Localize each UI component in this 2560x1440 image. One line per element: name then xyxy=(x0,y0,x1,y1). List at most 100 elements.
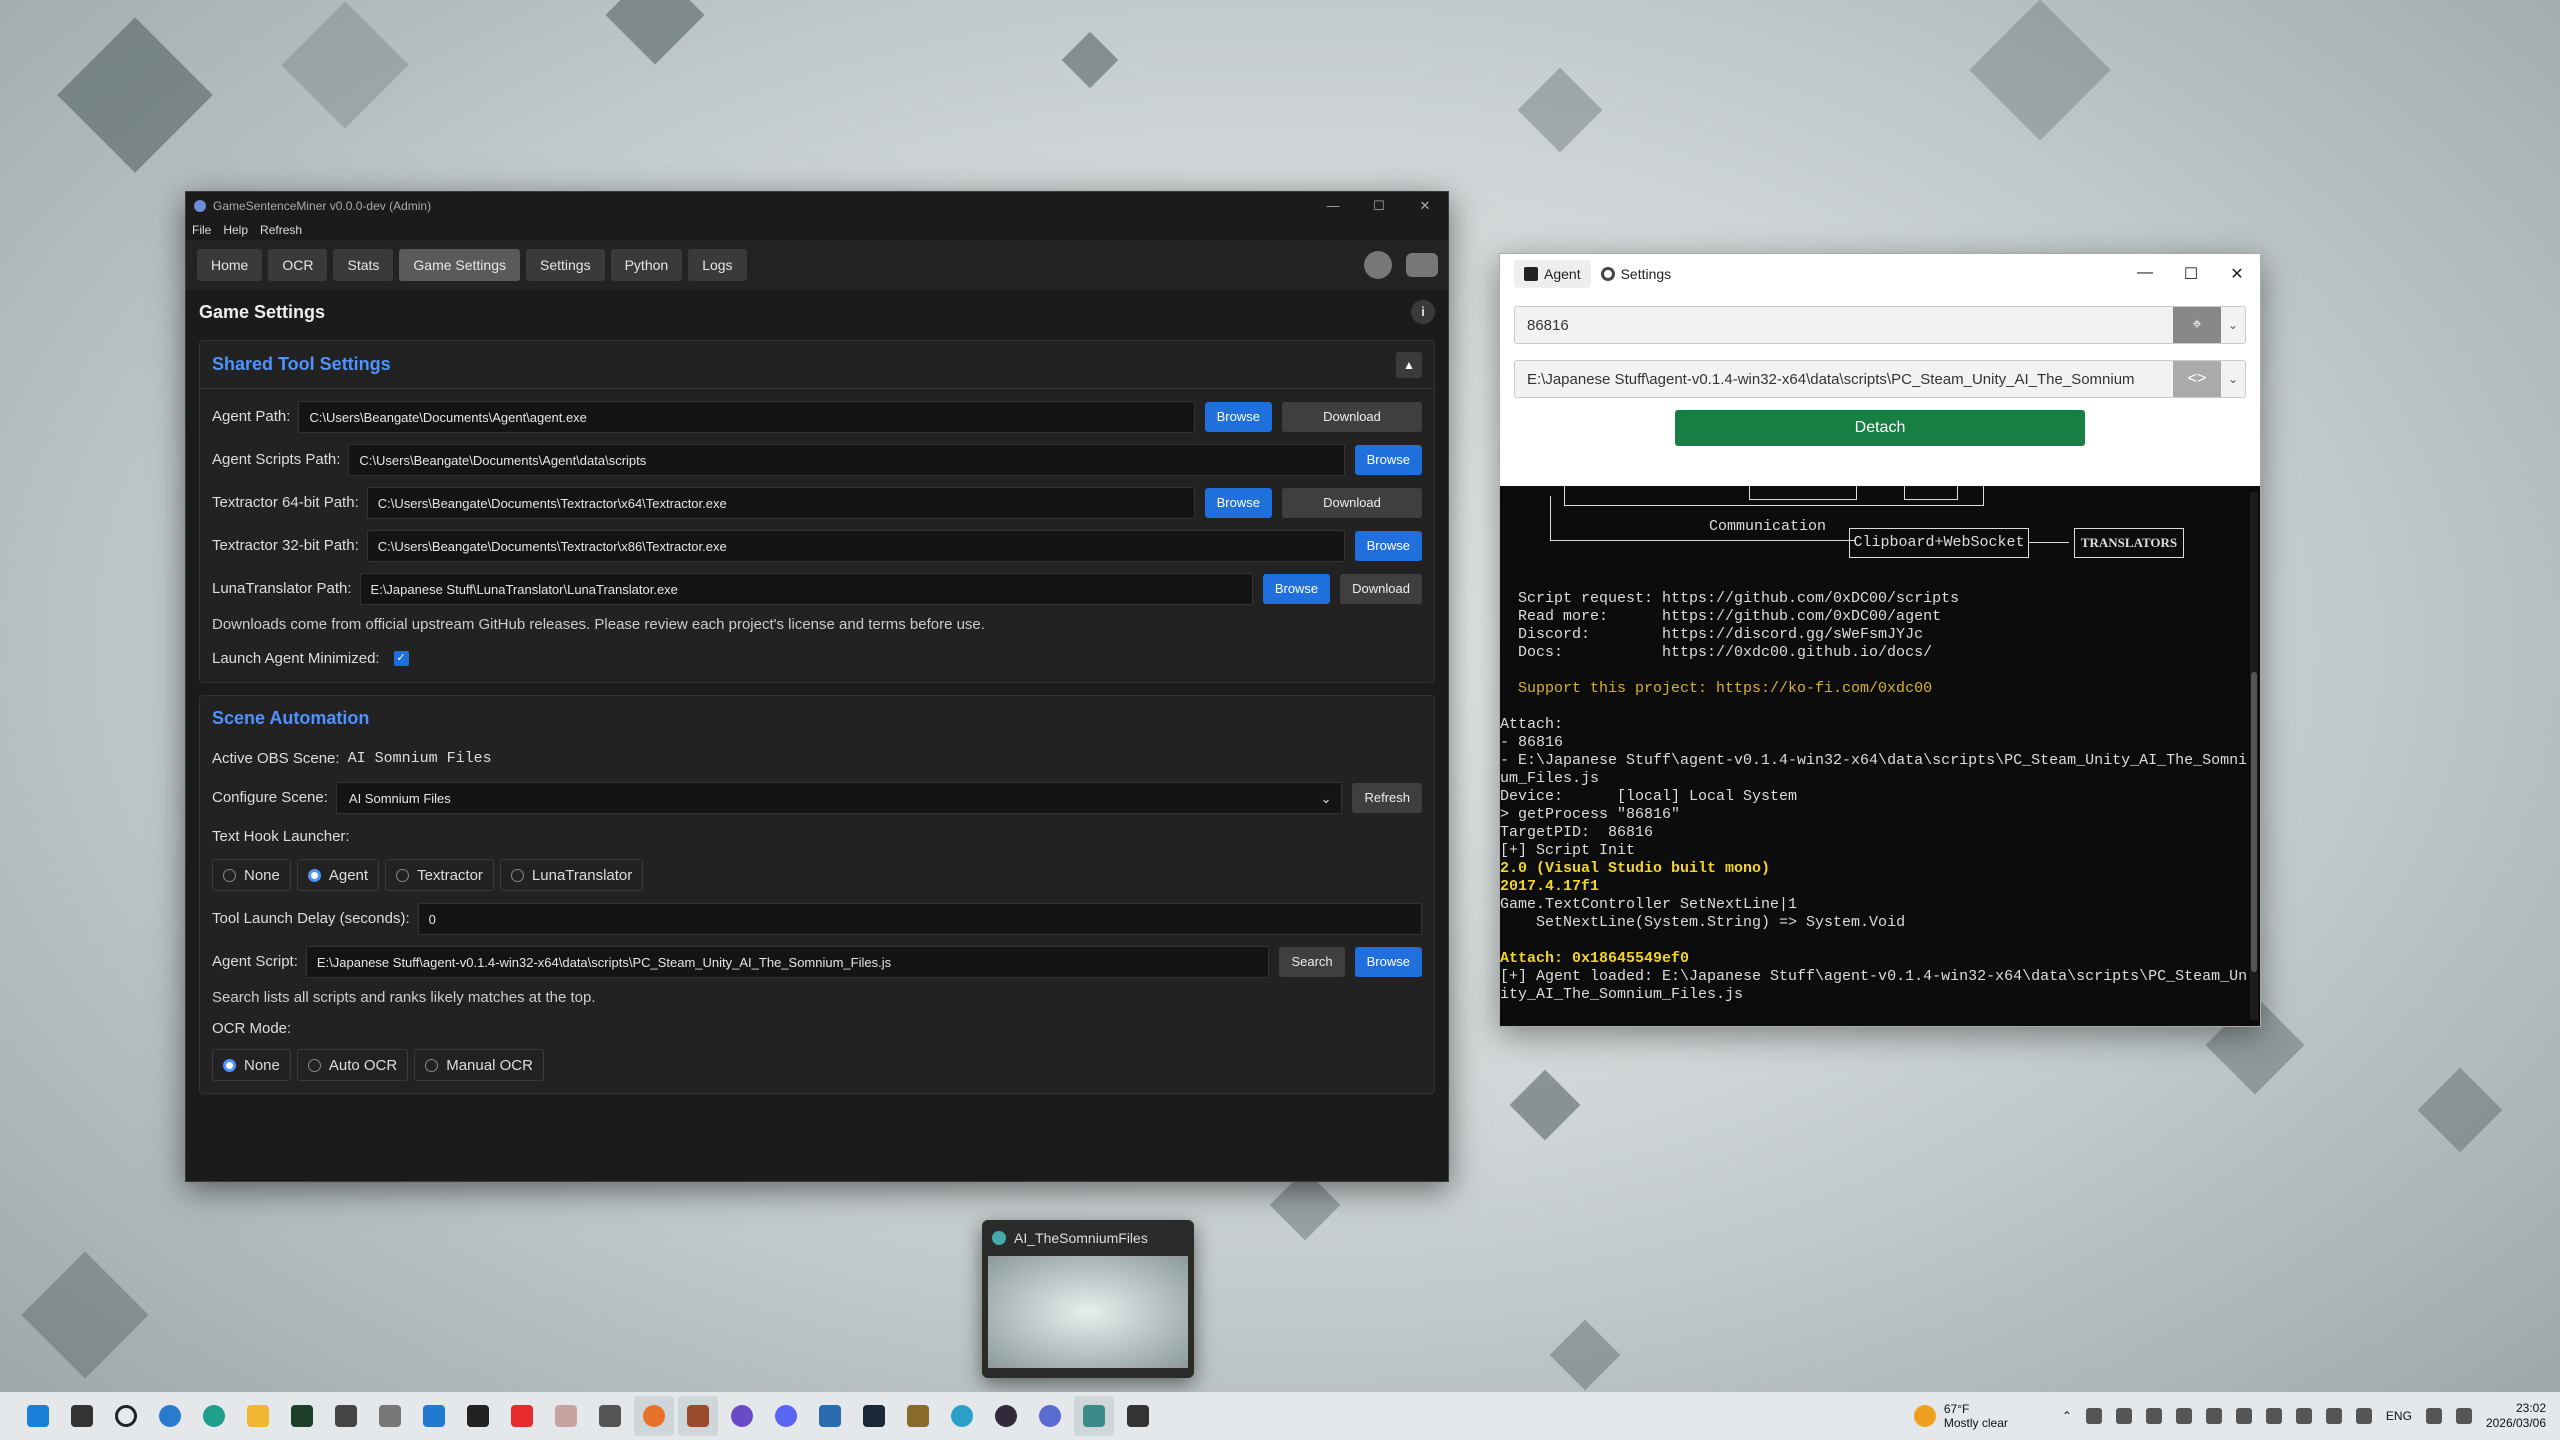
agent-download-button[interactable]: Download xyxy=(1282,401,1422,432)
github-icon[interactable] xyxy=(1364,251,1392,279)
app-icon[interactable] xyxy=(282,1396,322,1436)
ocr-option-auto[interactable]: Auto OCR xyxy=(296,1049,409,1081)
code-icon[interactable]: <> xyxy=(2173,361,2221,397)
tray-icon[interactable] xyxy=(2295,1408,2312,1424)
agent-script-input[interactable]: E:\Japanese Stuff\agent-v0.1.4-win32-x64… xyxy=(305,945,1270,978)
app-icon[interactable] xyxy=(942,1396,982,1436)
minimize-icon[interactable]: — xyxy=(1310,198,1356,214)
steam-icon[interactable] xyxy=(854,1396,894,1436)
tab-ocr[interactable]: OCR xyxy=(268,249,328,281)
chevron-up-icon[interactable]: ⌃ xyxy=(2062,1409,2072,1423)
maximize-icon[interactable]: ☐ xyxy=(2168,264,2214,284)
tx32-input[interactable]: C:\Users\Beangate\Documents\Textractor\x… xyxy=(366,529,1345,562)
network-icon[interactable] xyxy=(2425,1408,2442,1424)
agent-scripts-browse-button[interactable]: Browse xyxy=(1354,444,1422,475)
agent-path-browse-button[interactable]: Browse xyxy=(1204,401,1272,432)
ocr-option-manual[interactable]: Manual OCR xyxy=(414,1049,544,1081)
speaker-icon[interactable] xyxy=(2455,1408,2472,1424)
hook-option-textractor[interactable]: Textractor xyxy=(385,859,494,891)
tray-icon[interactable] xyxy=(2205,1408,2222,1424)
tray-icon[interactable] xyxy=(2325,1408,2342,1424)
collapse-button[interactable]: ▲ xyxy=(1396,351,1422,378)
tab-settings[interactable]: Settings xyxy=(526,249,605,281)
crosshair-icon[interactable]: ⌖ xyxy=(2173,307,2221,343)
terminal-icon[interactable] xyxy=(458,1396,498,1436)
chevron-down-icon[interactable]: ⌄ xyxy=(2221,318,2245,332)
minimize-icon[interactable]: — xyxy=(2122,264,2168,284)
app-icon[interactable] xyxy=(1118,1396,1158,1436)
tray-icon[interactable] xyxy=(2115,1408,2132,1424)
close-icon[interactable]: ✕ xyxy=(2214,264,2260,284)
hook-option-none[interactable]: None xyxy=(212,859,291,891)
discord-icon[interactable] xyxy=(766,1396,806,1436)
info-button[interactable]: i xyxy=(1411,300,1435,324)
luna-input[interactable]: E:\Japanese Stuff\LunaTranslator\LunaTra… xyxy=(359,572,1253,605)
github-icon[interactable] xyxy=(722,1396,762,1436)
app-icon[interactable] xyxy=(326,1396,366,1436)
refresh-scene-button[interactable]: Refresh xyxy=(1352,782,1422,813)
microphone-icon[interactable] xyxy=(2355,1408,2372,1424)
app-icon[interactable] xyxy=(546,1396,586,1436)
file-explorer-icon[interactable] xyxy=(238,1396,278,1436)
tab-logs[interactable]: Logs xyxy=(688,249,747,281)
tray-icon[interactable] xyxy=(2085,1408,2102,1424)
process-input[interactable]: 86816 ⌖ ⌄ xyxy=(1514,306,2246,344)
tray-icon[interactable] xyxy=(2145,1408,2162,1424)
app-icon[interactable] xyxy=(898,1396,938,1436)
detach-button[interactable]: Detach xyxy=(1675,410,2085,446)
app-icon[interactable] xyxy=(370,1396,410,1436)
start-icon[interactable] xyxy=(18,1396,58,1436)
browser-icon[interactable] xyxy=(150,1396,190,1436)
tx64-input[interactable]: C:\Users\Beangate\Documents\Textractor\x… xyxy=(366,486,1195,519)
hook-option-luna[interactable]: LunaTranslator xyxy=(499,859,644,891)
discord-icon[interactable] xyxy=(1406,253,1438,277)
menu-file[interactable]: File xyxy=(192,223,211,237)
launch-minimized-checkbox[interactable]: ✓ xyxy=(393,650,409,666)
app-icon[interactable] xyxy=(810,1396,850,1436)
clock[interactable]: 23:02 2026/03/06 xyxy=(2486,1401,2546,1431)
log-scrollbar[interactable] xyxy=(2250,492,2258,1020)
search-icon[interactable] xyxy=(106,1396,146,1436)
tray-icon[interactable] xyxy=(2265,1408,2282,1424)
app-icon[interactable] xyxy=(678,1396,718,1436)
configure-scene-select[interactable]: AI Somnium Files ⌄ xyxy=(335,781,1343,814)
firefox-icon[interactable] xyxy=(634,1396,674,1436)
youtube-icon[interactable] xyxy=(502,1396,542,1436)
close-icon[interactable]: ✕ xyxy=(1402,198,1448,214)
script-input[interactable]: E:\Japanese Stuff\agent-v0.1.4-win32-x64… xyxy=(1514,360,2246,398)
maximize-icon[interactable]: ☐ xyxy=(1356,198,1402,214)
luna-download-button[interactable]: Download xyxy=(1340,573,1422,604)
hook-option-agent[interactable]: Agent xyxy=(296,859,380,891)
chevron-down-icon[interactable]: ⌄ xyxy=(2221,372,2245,386)
obs-icon[interactable] xyxy=(986,1396,1026,1436)
agent-path-input[interactable]: C:\Users\Beangate\Documents\Agent\agent.… xyxy=(298,400,1195,433)
tray-icon[interactable] xyxy=(2175,1408,2192,1424)
menu-help[interactable]: Help xyxy=(223,223,248,237)
tx64-browse-button[interactable]: Browse xyxy=(1204,487,1272,518)
agent-tab[interactable]: Agent xyxy=(1514,260,1591,288)
launch-delay-input[interactable]: 0 xyxy=(417,902,1422,935)
agent-scripts-input[interactable]: C:\Users\Beangate\Documents\Agent\data\s… xyxy=(348,443,1345,476)
agent-settings-tab[interactable]: Settings xyxy=(1591,260,1682,288)
volume-icon[interactable] xyxy=(2235,1408,2252,1424)
menu-refresh[interactable]: Refresh xyxy=(260,223,302,237)
gsm-titlebar[interactable]: GameSentenceMiner v0.0.0-dev (Admin) — ☐… xyxy=(186,192,1448,220)
edge-icon[interactable] xyxy=(194,1396,234,1436)
agent-script-browse-button[interactable]: Browse xyxy=(1354,946,1422,977)
task-view-icon[interactable] xyxy=(62,1396,102,1436)
taskbar-thumbnail[interactable]: AI_TheSomniumFiles xyxy=(982,1220,1194,1378)
tx32-browse-button[interactable]: Browse xyxy=(1354,530,1422,561)
tab-python[interactable]: Python xyxy=(610,249,683,281)
tab-game-settings[interactable]: Game Settings xyxy=(399,249,520,281)
tab-home[interactable]: Home xyxy=(197,249,263,281)
vscode-icon[interactable] xyxy=(414,1396,454,1436)
textractor-download-button[interactable]: Download xyxy=(1282,487,1422,518)
luna-browse-button[interactable]: Browse xyxy=(1262,573,1331,604)
agent-titlebar[interactable]: Agent Settings — ☐ ✕ xyxy=(1500,254,2260,294)
agent-script-search-button[interactable]: Search xyxy=(1279,946,1345,977)
app-icon[interactable] xyxy=(1030,1396,1070,1436)
weather-widget[interactable]: 67°F Mostly clear xyxy=(1913,1402,2008,1430)
agent-taskbar-icon[interactable] xyxy=(1074,1396,1114,1436)
app-icon[interactable] xyxy=(590,1396,630,1436)
tab-stats[interactable]: Stats xyxy=(333,249,394,281)
